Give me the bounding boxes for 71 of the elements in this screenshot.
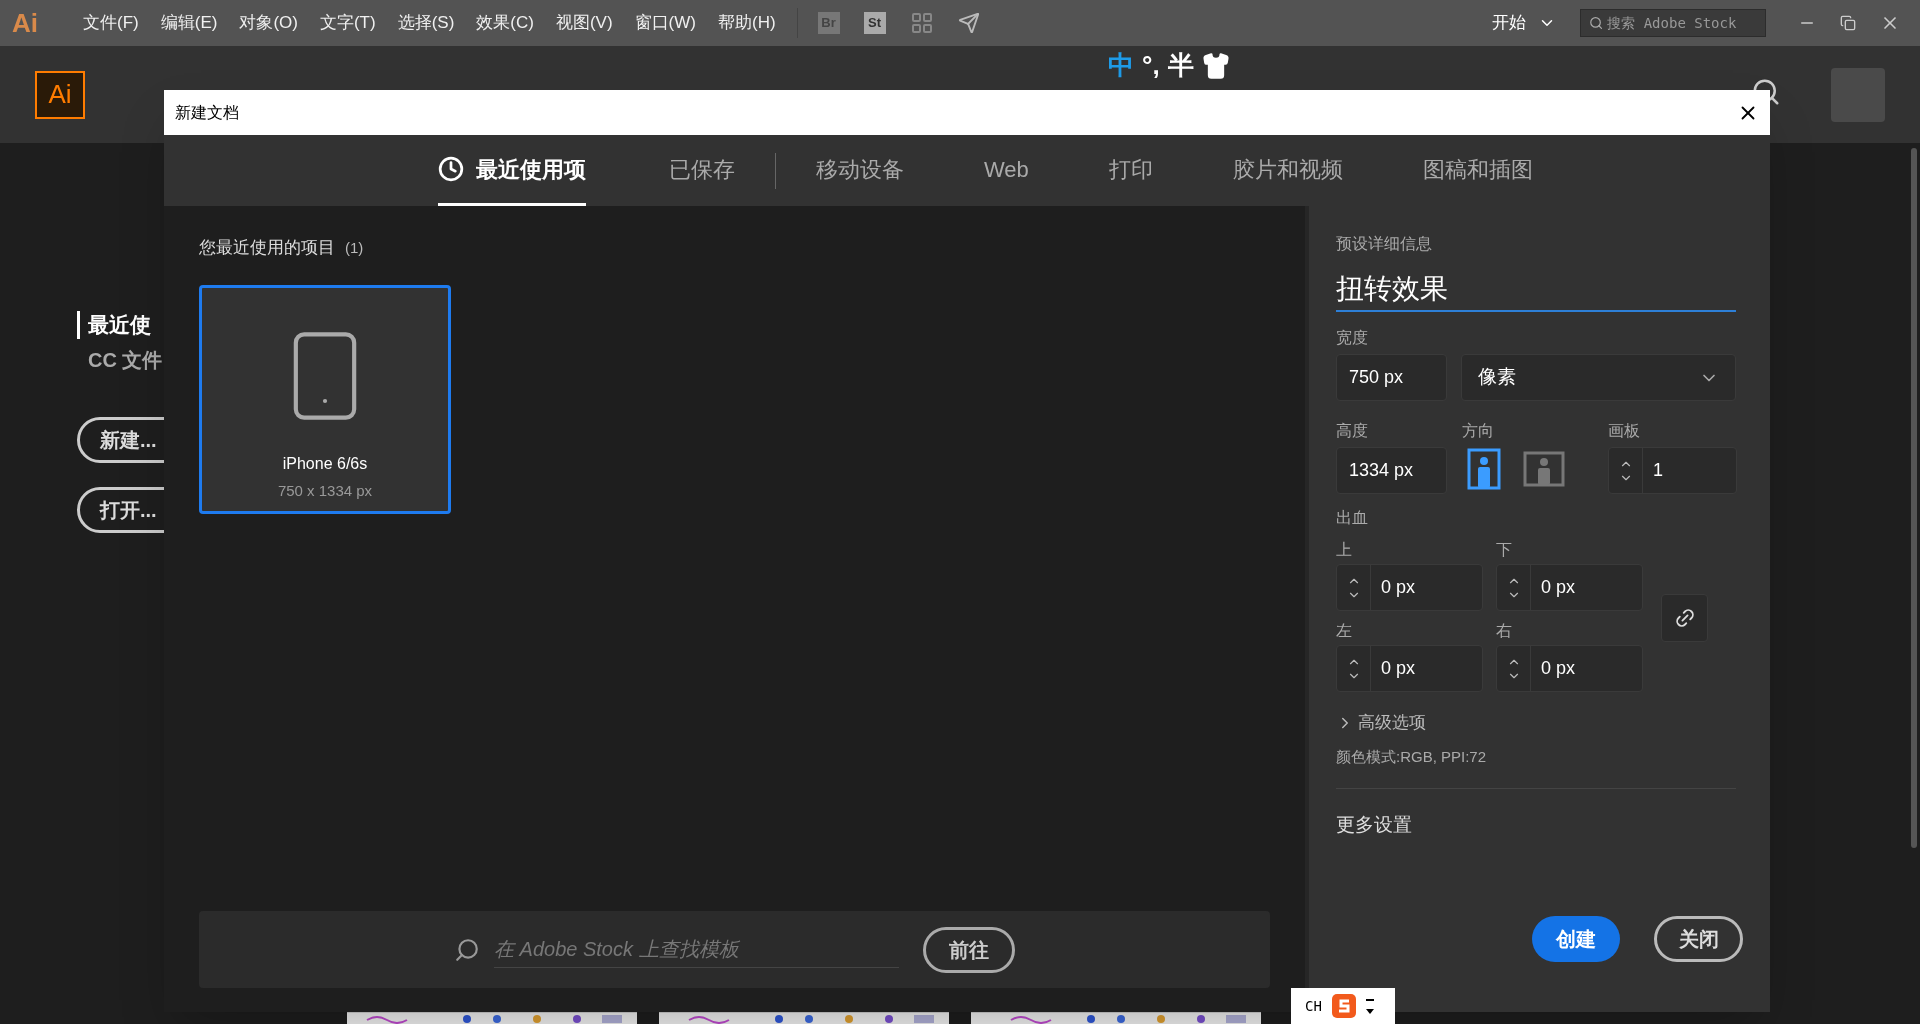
workspace-dropdown[interactable]: 开始 — [1492, 10, 1556, 36]
bleed-field[interactable]: 0 px — [1496, 564, 1643, 611]
dialog-title: 新建文档 — [175, 102, 239, 123]
tab[interactable]: Web — [984, 135, 1029, 206]
ime-logo-icon[interactable] — [1331, 994, 1356, 1018]
field-label: 上 — [1336, 540, 1353, 560]
menu-item[interactable]: 对象(O) — [230, 10, 307, 36]
item-count: (1) — [345, 237, 364, 258]
ime-language[interactable]: CH — [1305, 995, 1322, 1017]
document-name-field[interactable]: 扭转效果 — [1336, 268, 1736, 312]
search-icon — [1589, 15, 1604, 31]
search-icon — [454, 936, 480, 963]
app-logo: Ai — [35, 70, 85, 119]
more-settings-link[interactable]: 更多设置 — [1336, 811, 1743, 840]
preset-name: iPhone 6/6s — [282, 453, 368, 474]
bleed-field[interactable]: 0 px — [1496, 645, 1643, 692]
field-label: 出血 — [1336, 508, 1369, 528]
bleed-field[interactable]: 0 px — [1336, 645, 1483, 692]
field-label: 左 — [1336, 621, 1353, 641]
layout-icon[interactable] — [909, 11, 934, 35]
person-icon — [1523, 451, 1565, 487]
link-button[interactable] — [1661, 594, 1708, 642]
menu-item[interactable]: 效果(C) — [467, 10, 543, 36]
field-label: 方向 — [1462, 421, 1495, 441]
menu-item[interactable]: 帮助(H) — [709, 10, 785, 36]
preset-size: 750 x 1334 px — [277, 480, 373, 501]
field-label: 画板 — [1608, 421, 1641, 441]
field-label: 右 — [1496, 621, 1513, 641]
go-button[interactable]: 前往 — [923, 926, 1015, 973]
tab[interactable]: 图稿和插图 — [1422, 135, 1533, 206]
width-field[interactable]: 750 px — [1336, 354, 1447, 401]
section-subheading: CC 文件 — [87, 348, 164, 373]
field-label: 高度 — [1336, 421, 1369, 441]
preset-card[interactable]: iPhone 6/6s 750 x 1334 px — [199, 284, 451, 514]
bleed-field[interactable]: 0 px — [1336, 564, 1483, 611]
paper-plane-icon[interactable] — [957, 12, 980, 34]
menu-item[interactable]: 选择(S) — [388, 10, 464, 36]
menu-item[interactable]: 编辑(E) — [151, 10, 227, 36]
section-heading: 您最近使用的项目 — [199, 237, 335, 259]
ime-punctuation[interactable]: °, — [1142, 46, 1160, 85]
menu-item[interactable]: 视图(V) — [546, 10, 622, 36]
clock-icon — [438, 156, 464, 182]
section-heading: 预设详细信息 — [1336, 234, 1433, 254]
scroll-bar[interactable] — [1911, 148, 1917, 848]
field-label: 宽度 — [1336, 328, 1369, 348]
menu-item[interactable]: 文字(T) — [310, 10, 385, 36]
close-button[interactable]: 关闭 — [1654, 915, 1743, 962]
menu-item[interactable]: 窗口(W) — [625, 10, 705, 36]
units-dropdown[interactable]: 像素 — [1461, 354, 1736, 401]
field-label: 下 — [1496, 540, 1513, 560]
app-logo: Ai — [11, 6, 39, 40]
ime-mode[interactable]: 中 — [1108, 46, 1134, 85]
menu-item[interactable]: 文件(F) — [74, 10, 148, 36]
restore-icon[interactable] — [1840, 15, 1856, 31]
menu-arrows-icon[interactable] — [1365, 997, 1374, 1015]
tab[interactable]: 已保存 — [669, 135, 735, 206]
create-button[interactable]: 创建 — [1532, 915, 1621, 962]
tab[interactable]: 最近使用项 — [438, 135, 586, 206]
app-switch-button[interactable]: St — [863, 12, 886, 34]
artboards-field[interactable]: 1 — [1608, 447, 1737, 494]
tab[interactable]: 胶片和视频 — [1232, 135, 1343, 206]
ime-width[interactable]: 半 — [1167, 46, 1194, 85]
color-mode-text: 颜色模式:RGB, PPI:72 — [1336, 746, 1488, 767]
tab[interactable]: 打印 — [1108, 135, 1153, 206]
height-field[interactable]: 1334 px — [1336, 447, 1447, 494]
shirt-icon[interactable] — [1201, 51, 1230, 80]
template-search-field[interactable]: 在 Adobe Stock 上查找模板 — [494, 931, 899, 968]
person-icon — [1467, 448, 1501, 490]
stock-search-field[interactable]: 搜索 Adobe Stock — [1580, 9, 1766, 37]
advanced-options-toggle[interactable]: 高级选项 — [1336, 710, 1743, 736]
tab[interactable]: 移动设备 — [816, 135, 904, 206]
